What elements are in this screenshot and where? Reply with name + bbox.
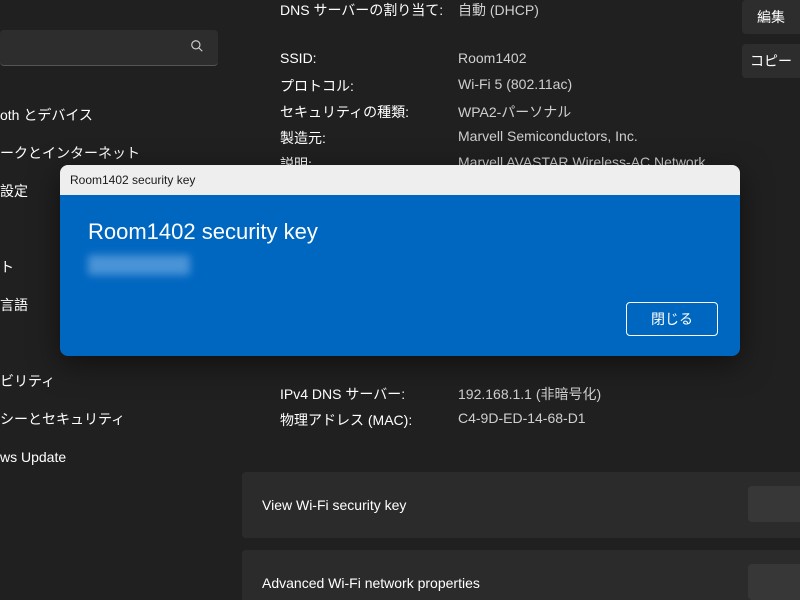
sidebar-item-accessibility[interactable]: ビリティ xyxy=(0,362,218,400)
search-input[interactable] xyxy=(0,30,218,66)
advanced-properties-label: Advanced Wi-Fi network properties xyxy=(262,575,480,591)
sidebar-item-label: 設定 xyxy=(0,181,28,201)
protocol-value: Wi-Fi 5 (802.11ac) xyxy=(458,76,572,92)
ipv4-dns-value: 192.168.1.1 (非暗号化) xyxy=(458,384,601,404)
dns-assignment-block: DNS サーバーの割り当て: 自動 (DHCP) xyxy=(280,0,800,26)
sidebar-item-label: ws Update xyxy=(0,449,66,465)
dns-assign-value: 自動 (DHCP) xyxy=(458,0,539,20)
edit-label: 編集 xyxy=(757,7,785,27)
network-info-block: SSID:Room1402 プロトコル:Wi-Fi 5 (802.11ac) セ… xyxy=(280,50,800,180)
security-key-value-blurred xyxy=(88,255,190,275)
security-type-value: WPA2-パーソナル xyxy=(458,102,571,122)
sidebar-item-label: ビリティ xyxy=(0,371,55,391)
dialog-close-button[interactable]: 閉じる xyxy=(626,302,718,336)
mac-label: 物理アドレス (MAC): xyxy=(280,410,458,430)
dialog-heading: Room1402 security key xyxy=(88,219,712,245)
manufacturer-label: 製造元: xyxy=(280,128,458,148)
ssid-value: Room1402 xyxy=(458,50,527,66)
ssid-label: SSID: xyxy=(280,50,458,66)
sidebar-item-label: ークとインターネット xyxy=(0,143,140,163)
sidebar-item-label: 言語 xyxy=(0,295,28,315)
advanced-properties-action[interactable] xyxy=(748,564,800,600)
protocol-label: プロトコル: xyxy=(280,76,458,96)
dialog-titlebar: Room1402 security key xyxy=(60,165,740,195)
sidebar-item-label: oth とデバイス xyxy=(0,105,93,125)
lower-info-block: IPv4 DNS サーバー:192.168.1.1 (非暗号化) 物理アドレス … xyxy=(280,384,800,436)
view-security-key-action[interactable] xyxy=(748,486,800,522)
dns-assign-label: DNS サーバーの割り当て: xyxy=(280,0,458,20)
sidebar-item-privacy[interactable]: シーとセキュリティ xyxy=(0,400,218,438)
security-type-label: セキュリティの種類: xyxy=(280,102,458,122)
sidebar-item-update[interactable]: ws Update xyxy=(0,438,218,476)
copy-label: コピー xyxy=(750,51,792,71)
search-icon xyxy=(190,39,204,56)
mac-value: C4-9D-ED-14-68-D1 xyxy=(458,410,586,426)
dialog-titlebar-text: Room1402 security key xyxy=(70,173,195,187)
manufacturer-value: Marvell Semiconductors, Inc. xyxy=(458,128,638,144)
edit-button[interactable]: 編集 xyxy=(742,0,800,34)
view-security-key-label: View Wi-Fi security key xyxy=(262,497,406,513)
security-key-dialog: Room1402 security key Room1402 security … xyxy=(60,165,740,356)
sidebar-item-label: シーとセキュリティ xyxy=(0,409,125,429)
ipv4-dns-label: IPv4 DNS サーバー: xyxy=(280,384,458,404)
sidebar-item-label: ト xyxy=(0,257,14,277)
dialog-close-label: 閉じる xyxy=(651,311,693,327)
view-security-key-row[interactable]: View Wi-Fi security key xyxy=(242,472,800,538)
sidebar-item-bluetooth[interactable]: oth とデバイス xyxy=(0,96,218,134)
advanced-properties-row[interactable]: Advanced Wi-Fi network properties xyxy=(242,550,800,600)
copy-button[interactable]: コピー xyxy=(742,44,800,78)
